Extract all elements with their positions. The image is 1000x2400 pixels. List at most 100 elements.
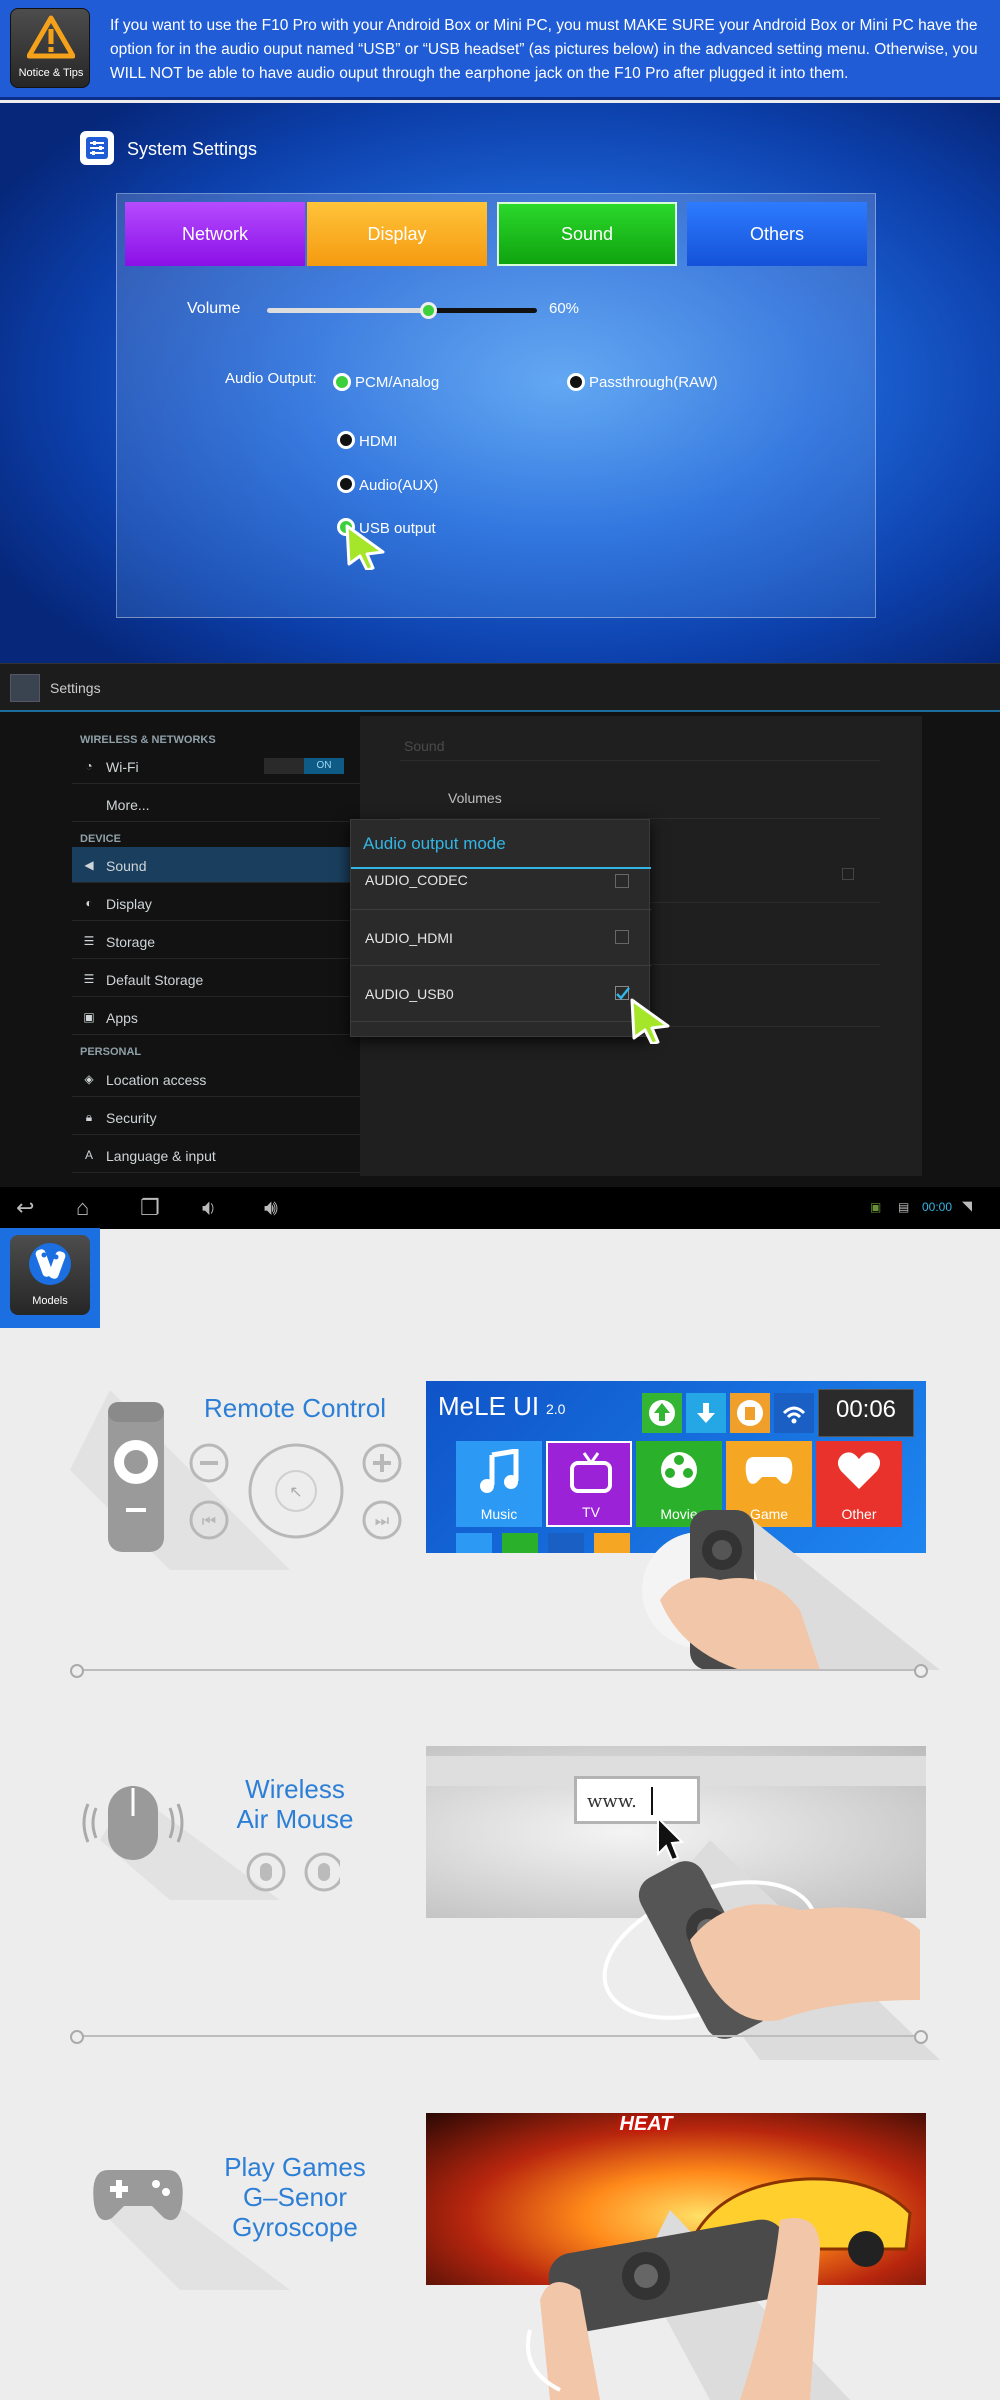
models-badge-inner: Models	[10, 1235, 90, 1315]
sidebar-item-label: Default Storage	[106, 972, 204, 988]
tab-others[interactable]: Others	[687, 202, 867, 266]
wifi-toggle-label: ON	[304, 758, 344, 774]
sidebar-item-label: Storage	[106, 934, 156, 950]
music-note-icon	[480, 1449, 519, 1493]
back-icon[interactable]: ↩	[16, 1195, 34, 1221]
sidebar-item-label: Location access	[106, 1072, 207, 1088]
heart-icon	[837, 1452, 881, 1489]
detail-row-volumes[interactable]: Volumes	[448, 790, 502, 806]
tile-partial[interactable]	[548, 1533, 584, 1553]
detail-divider	[400, 760, 880, 761]
tab-display[interactable]: Display	[307, 202, 487, 266]
game-banner: HEAT	[619, 2113, 673, 2135]
sidebar-item-location-access[interactable]: ◈ Location access	[72, 1061, 360, 1097]
svg-text:⏮: ⏮	[202, 1513, 216, 1530]
sidebar-item-security[interactable]: 🔒︎ Security	[72, 1099, 360, 1135]
audio-output-mode-dialog: Audio output mode AUDIO_CODEC AUDIO_HDMI…	[350, 819, 651, 1037]
system-settings-title: System Settings	[127, 139, 258, 159]
sidebar-item-storage[interactable]: ☰ Storage	[72, 923, 360, 959]
hand-holding-remote-illustration	[642, 1510, 940, 1670]
sidebar-item-more[interactable]: More...	[72, 786, 360, 822]
tile-partial[interactable]	[502, 1533, 538, 1553]
dialog-option-audio-hdmi[interactable]: AUDIO_HDMI	[351, 910, 651, 966]
wifi-toggle[interactable]: ON	[264, 758, 344, 774]
section-divider	[70, 1664, 928, 1678]
wifi-icon[interactable]	[774, 1393, 814, 1433]
sidebar-item-default-storage[interactable]: ☰ Default Storage	[72, 961, 360, 997]
action-bar-title: Settings	[50, 680, 101, 696]
hand-gesturing-remote-illustration	[602, 1840, 940, 2060]
dialog-option-checkbox[interactable]	[615, 986, 630, 1000]
tile-music[interactable]: Music	[456, 1441, 542, 1527]
sidebar-item-display[interactable]: ◐ Display	[72, 885, 360, 921]
action-bar: Settings	[0, 664, 1000, 712]
sidebar-item-language-input[interactable]: A Language & input	[72, 1137, 360, 1173]
radio-hdmi[interactable]	[337, 431, 355, 449]
radio-pcm-analog[interactable]	[333, 373, 351, 391]
tile-partial[interactable]	[456, 1533, 492, 1553]
url-input-text: www.	[587, 1791, 637, 1812]
remote-controllers-icon	[29, 1243, 71, 1285]
feature-title-line: Gyroscope	[232, 2212, 358, 2242]
radio-passthrough[interactable]	[567, 373, 585, 391]
radio-pcm-analog-label: PCM/Analog	[355, 374, 440, 391]
dialog-option-audio-usb0[interactable]: AUDIO_USB0	[351, 966, 651, 1022]
warning-icon	[27, 15, 75, 59]
sidebar-item-label: Sound	[106, 858, 147, 874]
detail-checkbox[interactable]	[842, 868, 854, 880]
sidebar-item-apps[interactable]: ▣ Apps	[72, 999, 360, 1035]
svg-text:↖: ↖	[289, 1484, 302, 1501]
sidebar-item-label: Wi-Fi	[106, 759, 139, 775]
tab-network[interactable]: Network	[125, 202, 305, 266]
radio-audio-aux-label: Audio(AUX)	[359, 477, 439, 494]
status-clock: 00:00	[922, 1200, 953, 1214]
settings-app-icon[interactable]	[10, 674, 40, 702]
gamepad-icon	[745, 1457, 793, 1484]
dialog-option-checkbox[interactable]	[615, 930, 629, 944]
sidebar-item-label: Language & input	[106, 1148, 216, 1164]
sidebar-item-label: Display	[106, 896, 152, 912]
volume-label: Volume	[187, 300, 241, 317]
sound-settings-panel: Network Display Sound Others Volume 60% …	[116, 193, 876, 618]
radio-audio-aux[interactable]	[337, 475, 355, 493]
settings-sliders-icon	[80, 131, 114, 165]
section-header-personal: PERSONAL	[80, 1046, 142, 1058]
sidebar-item-label: Security	[106, 1110, 157, 1126]
feature-title-line: Play Games	[224, 2152, 366, 2182]
tv-icon	[570, 1452, 612, 1493]
tile-label: Music	[480, 1506, 518, 1522]
notice-badge-label: Notice & Tips	[18, 67, 84, 79]
volume-down-icon[interactable]: 🔉︎	[202, 1195, 216, 1221]
trash-icon[interactable]	[730, 1393, 770, 1433]
sidebar-item-wifi[interactable]: ◔ Wi-Fi ON	[72, 748, 360, 784]
volume-value: 60%	[549, 300, 580, 317]
volume-slider[interactable]	[267, 308, 537, 313]
notice-banner: Notice & Tips If you want to use the F10…	[0, 0, 1000, 100]
sidebar-item-label: More...	[106, 797, 150, 813]
feature-title-air-mouse: Wireless Air Mouse	[200, 1774, 390, 1834]
settings-sidebar: WIRELESS & NETWORKS ◔ Wi-Fi ON More... D…	[72, 716, 360, 1176]
dialog-option-label: AUDIO_HDMI	[365, 930, 453, 946]
dialog-option-audio-codec[interactable]: AUDIO_CODEC	[351, 866, 651, 910]
dialog-option-checkbox[interactable]	[615, 874, 629, 888]
keyboard-icon: A	[84, 1148, 93, 1162]
sidebar-item-label: Apps	[106, 1010, 138, 1026]
feature-title-line: Air Mouse	[236, 1804, 354, 1834]
system-settings-screen: System Settings Network Display Sound Ot…	[0, 103, 1000, 663]
wifi-icon: ◔	[85, 759, 93, 773]
mele-ui-version: 2.0	[546, 1401, 566, 1417]
dialog-option-label: AUDIO_USB0	[365, 986, 454, 1002]
download-icon[interactable]	[686, 1393, 726, 1433]
volume-up-icon[interactable]: 🔊︎	[264, 1195, 278, 1221]
home-icon[interactable]: ⌂	[76, 1195, 89, 1221]
tab-sound[interactable]: Sound	[497, 202, 677, 266]
models-badge: Models	[0, 1228, 100, 1328]
update-icon[interactable]	[642, 1393, 682, 1433]
audio-output-label: Audio Output:	[225, 370, 317, 387]
hands-holding-remote-illustration	[526, 2210, 850, 2400]
notice-badge: Notice & Tips	[10, 8, 90, 88]
feature-title-play-games: Play Games G–Senor Gyroscope	[200, 2152, 390, 2242]
volume-slider-knob[interactable]	[420, 302, 437, 319]
recent-apps-icon[interactable]: ❐	[140, 1195, 160, 1221]
sidebar-item-sound[interactable]: ◀ Sound	[72, 847, 360, 883]
